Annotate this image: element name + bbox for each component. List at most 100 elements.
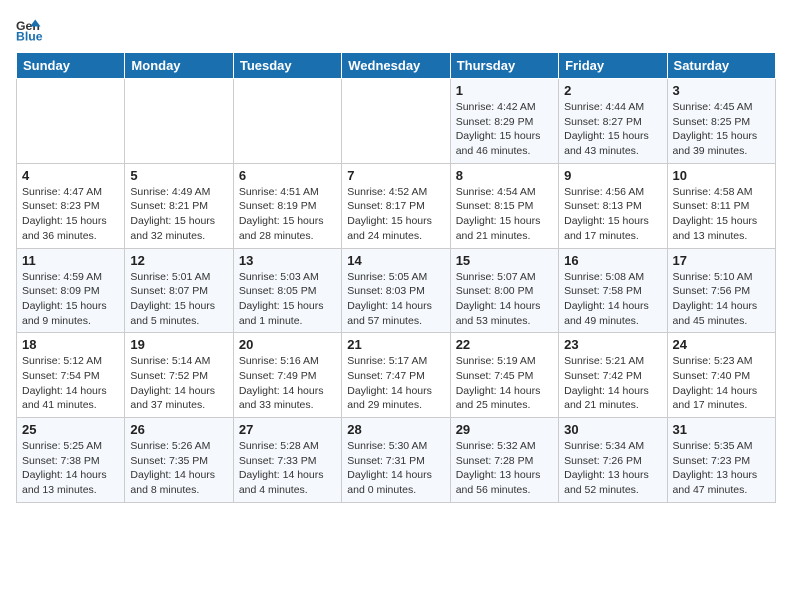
day-info: Sunrise: 4:54 AMSunset: 8:15 PMDaylight:… <box>456 185 553 244</box>
calendar-cell: 18 Sunrise: 5:12 AMSunset: 7:54 PMDayligh… <box>17 333 125 418</box>
calendar-cell: 25 Sunrise: 5:25 AMSunset: 7:38 PMDayligh… <box>17 418 125 503</box>
calendar-cell: 15 Sunrise: 5:07 AMSunset: 8:00 PMDayligh… <box>450 248 558 333</box>
day-info: Sunrise: 5:25 AMSunset: 7:38 PMDaylight:… <box>22 439 119 498</box>
calendar-cell: 30 Sunrise: 5:34 AMSunset: 7:26 PMDayligh… <box>559 418 667 503</box>
calendar-cell: 16Sunrise: 5:08 AMSunset: 7:58 PMDayligh… <box>559 248 667 333</box>
day-number: 21 <box>347 337 444 352</box>
day-number: 17 <box>673 253 770 268</box>
day-number: 29 <box>456 422 553 437</box>
calendar-cell <box>233 79 341 164</box>
calendar-cell <box>342 79 450 164</box>
day-info: Sunrise: 4:42 AMSunset: 8:29 PMDaylight:… <box>456 100 553 159</box>
calendar-week-row: 18 Sunrise: 5:12 AMSunset: 7:54 PMDayligh… <box>17 333 776 418</box>
calendar-week-row: 1 Sunrise: 4:42 AMSunset: 8:29 PMDaylight… <box>17 79 776 164</box>
day-number: 5 <box>130 168 227 183</box>
day-number: 15 <box>456 253 553 268</box>
day-info: Sunrise: 5:16 AMSunset: 7:49 PMDaylight:… <box>239 354 336 413</box>
calendar-cell: 28Sunrise: 5:30 AMSunset: 7:31 PMDayligh… <box>342 418 450 503</box>
day-number: 24 <box>673 337 770 352</box>
calendar-cell: 23 Sunrise: 5:21 AMSunset: 7:42 PMDayligh… <box>559 333 667 418</box>
logo: Gen Blue <box>16 16 48 44</box>
day-number: 6 <box>239 168 336 183</box>
calendar-header-row: SundayMondayTuesdayWednesdayThursdayFrid… <box>17 53 776 79</box>
day-info: Sunrise: 4:58 AMSunset: 8:11 PMDaylight:… <box>673 185 770 244</box>
day-number: 31 <box>673 422 770 437</box>
day-number: 4 <box>22 168 119 183</box>
calendar-cell: 8Sunrise: 4:54 AMSunset: 8:15 PMDaylight… <box>450 163 558 248</box>
svg-text:Blue: Blue <box>16 30 43 44</box>
calendar-cell: 13 Sunrise: 5:03 AMSunset: 8:05 PMDayligh… <box>233 248 341 333</box>
day-info: Sunrise: 5:12 AMSunset: 7:54 PMDaylight:… <box>22 354 119 413</box>
calendar-cell: 10 Sunrise: 4:58 AMSunset: 8:11 PMDayligh… <box>667 163 775 248</box>
day-info: Sunrise: 4:47 AMSunset: 8:23 PMDaylight:… <box>22 185 119 244</box>
day-info: Sunrise: 4:59 AMSunset: 8:09 PMDaylight:… <box>22 270 119 329</box>
day-of-week-header: Saturday <box>667 53 775 79</box>
calendar-week-row: 11 Sunrise: 4:59 AMSunset: 8:09 PMDayligh… <box>17 248 776 333</box>
calendar-cell: 3Sunrise: 4:45 AMSunset: 8:25 PMDaylight… <box>667 79 775 164</box>
calendar-cell <box>125 79 233 164</box>
day-info: Sunrise: 5:21 AMSunset: 7:42 PMDaylight:… <box>564 354 661 413</box>
calendar-cell: 24 Sunrise: 5:23 AMSunset: 7:40 PMDayligh… <box>667 333 775 418</box>
page-header: Gen Blue <box>16 16 776 44</box>
day-number: 2 <box>564 83 661 98</box>
calendar-cell: 4 Sunrise: 4:47 AMSunset: 8:23 PMDaylight… <box>17 163 125 248</box>
day-info: Sunrise: 4:45 AMSunset: 8:25 PMDaylight:… <box>673 100 770 159</box>
day-info: Sunrise: 5:28 AMSunset: 7:33 PMDaylight:… <box>239 439 336 498</box>
day-info: Sunrise: 5:14 AMSunset: 7:52 PMDaylight:… <box>130 354 227 413</box>
day-number: 25 <box>22 422 119 437</box>
day-of-week-header: Sunday <box>17 53 125 79</box>
calendar-cell: 7 Sunrise: 4:52 AMSunset: 8:17 PMDaylight… <box>342 163 450 248</box>
day-info: Sunrise: 5:05 AMSunset: 8:03 PMDaylight:… <box>347 270 444 329</box>
calendar: SundayMondayTuesdayWednesdayThursdayFrid… <box>16 52 776 503</box>
day-number: 30 <box>564 422 661 437</box>
day-info: Sunrise: 4:49 AMSunset: 8:21 PMDaylight:… <box>130 185 227 244</box>
calendar-cell: 5 Sunrise: 4:49 AMSunset: 8:21 PMDaylight… <box>125 163 233 248</box>
day-number: 18 <box>22 337 119 352</box>
day-number: 10 <box>673 168 770 183</box>
calendar-cell: 31 Sunrise: 5:35 AMSunset: 7:23 PMDayligh… <box>667 418 775 503</box>
day-number: 23 <box>564 337 661 352</box>
day-info: Sunrise: 4:56 AMSunset: 8:13 PMDaylight:… <box>564 185 661 244</box>
calendar-cell: 12Sunrise: 5:01 AMSunset: 8:07 PMDayligh… <box>125 248 233 333</box>
calendar-cell: 21Sunrise: 5:17 AMSunset: 7:47 PMDayligh… <box>342 333 450 418</box>
day-number: 12 <box>130 253 227 268</box>
calendar-cell: 17 Sunrise: 5:10 AMSunset: 7:56 PMDayligh… <box>667 248 775 333</box>
day-number: 11 <box>22 253 119 268</box>
day-number: 9 <box>564 168 661 183</box>
calendar-week-row: 4 Sunrise: 4:47 AMSunset: 8:23 PMDaylight… <box>17 163 776 248</box>
day-of-week-header: Tuesday <box>233 53 341 79</box>
calendar-cell: 14 Sunrise: 5:05 AMSunset: 8:03 PMDayligh… <box>342 248 450 333</box>
day-number: 26 <box>130 422 227 437</box>
calendar-week-row: 25 Sunrise: 5:25 AMSunset: 7:38 PMDayligh… <box>17 418 776 503</box>
calendar-cell: 1 Sunrise: 4:42 AMSunset: 8:29 PMDaylight… <box>450 79 558 164</box>
day-number: 20 <box>239 337 336 352</box>
day-info: Sunrise: 5:19 AMSunset: 7:45 PMDaylight:… <box>456 354 553 413</box>
calendar-cell: 29 Sunrise: 5:32 AMSunset: 7:28 PMDayligh… <box>450 418 558 503</box>
day-info: Sunrise: 5:30 AMSunset: 7:31 PMDaylight:… <box>347 439 444 498</box>
day-info: Sunrise: 5:07 AMSunset: 8:00 PMDaylight:… <box>456 270 553 329</box>
day-number: 7 <box>347 168 444 183</box>
day-info: Sunrise: 5:34 AMSunset: 7:26 PMDaylight:… <box>564 439 661 498</box>
day-info: Sunrise: 5:03 AMSunset: 8:05 PMDaylight:… <box>239 270 336 329</box>
calendar-cell <box>17 79 125 164</box>
calendar-cell: 20 Sunrise: 5:16 AMSunset: 7:49 PMDayligh… <box>233 333 341 418</box>
day-info: Sunrise: 5:26 AMSunset: 7:35 PMDaylight:… <box>130 439 227 498</box>
day-info: Sunrise: 5:10 AMSunset: 7:56 PMDaylight:… <box>673 270 770 329</box>
day-info: Sunrise: 4:51 AMSunset: 8:19 PMDaylight:… <box>239 185 336 244</box>
day-of-week-header: Thursday <box>450 53 558 79</box>
calendar-cell: 9 Sunrise: 4:56 AMSunset: 8:13 PMDaylight… <box>559 163 667 248</box>
day-info: Sunrise: 5:32 AMSunset: 7:28 PMDaylight:… <box>456 439 553 498</box>
day-info: Sunrise: 5:35 AMSunset: 7:23 PMDaylight:… <box>673 439 770 498</box>
day-number: 14 <box>347 253 444 268</box>
day-number: 13 <box>239 253 336 268</box>
day-info: Sunrise: 5:23 AMSunset: 7:40 PMDaylight:… <box>673 354 770 413</box>
calendar-cell: 27Sunrise: 5:28 AMSunset: 7:33 PMDayligh… <box>233 418 341 503</box>
day-number: 16 <box>564 253 661 268</box>
calendar-cell: 11 Sunrise: 4:59 AMSunset: 8:09 PMDayligh… <box>17 248 125 333</box>
day-number: 22 <box>456 337 553 352</box>
day-info: Sunrise: 4:52 AMSunset: 8:17 PMDaylight:… <box>347 185 444 244</box>
day-of-week-header: Friday <box>559 53 667 79</box>
day-number: 1 <box>456 83 553 98</box>
logo-icon: Gen Blue <box>16 16 44 44</box>
calendar-cell: 19Sunrise: 5:14 AMSunset: 7:52 PMDayligh… <box>125 333 233 418</box>
